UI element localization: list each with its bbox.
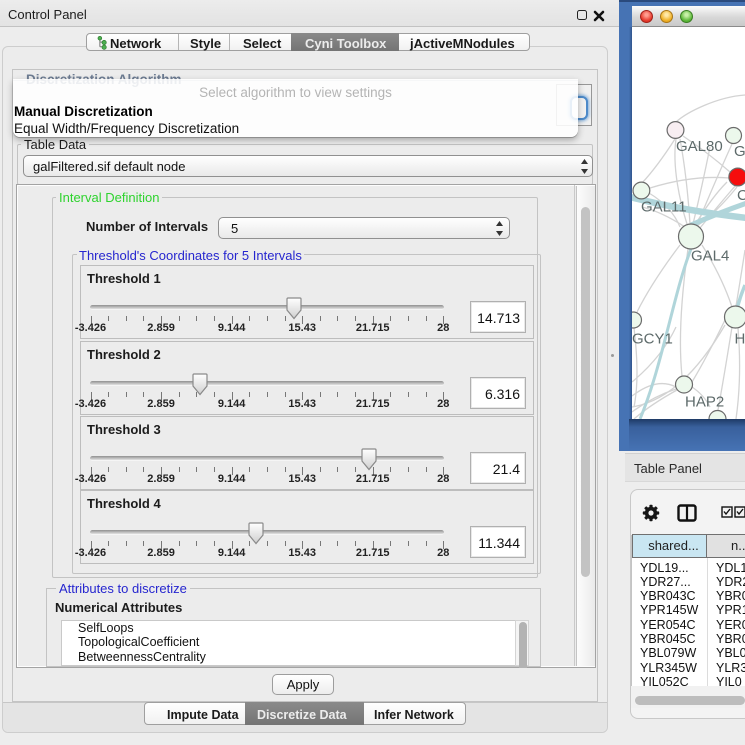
- svg-text:CDC: CDC: [737, 187, 745, 204]
- svg-text:GAL4: GAL4: [691, 248, 729, 265]
- svg-text:GCY1: GCY1: [632, 331, 673, 348]
- svg-text:GAL11: GAL11: [641, 199, 687, 216]
- svg-text:GAL2: GAL2: [734, 143, 745, 160]
- svg-text:HIS7: HIS7: [735, 331, 745, 348]
- svg-text:HAP2: HAP2: [685, 394, 724, 411]
- svg-text:GAL80: GAL80: [676, 138, 723, 155]
